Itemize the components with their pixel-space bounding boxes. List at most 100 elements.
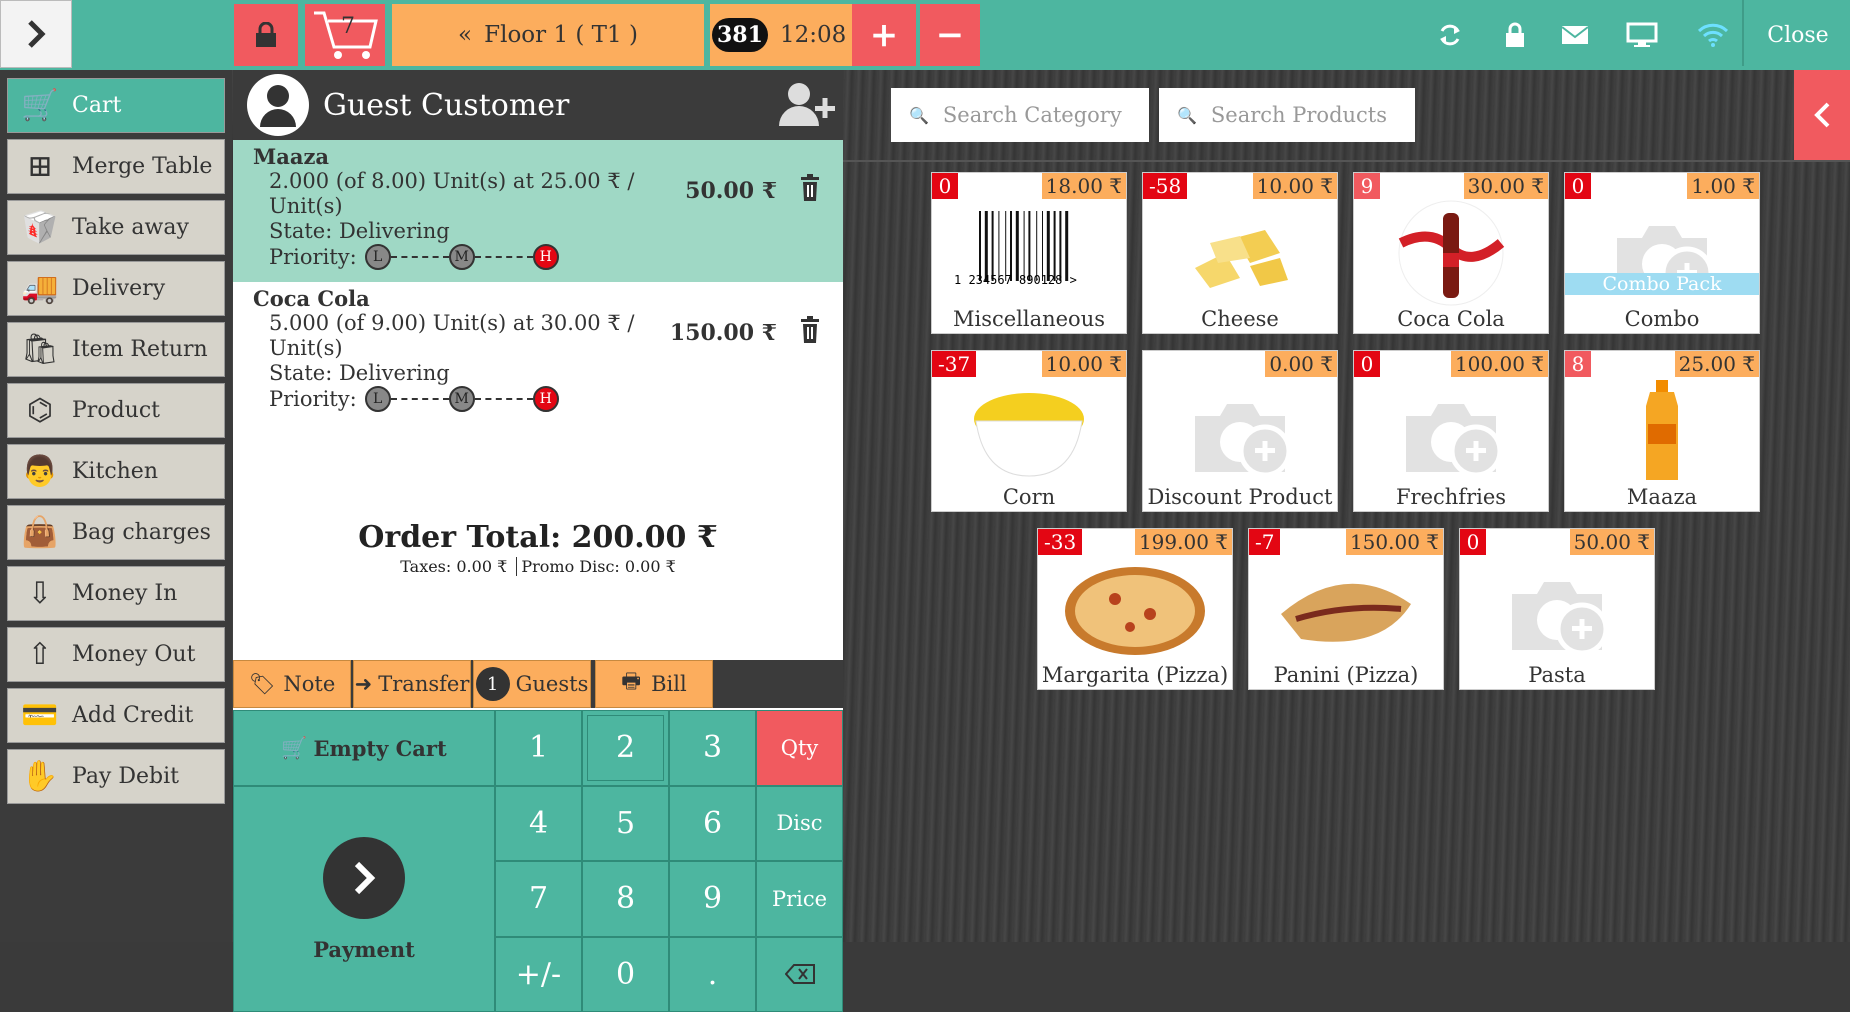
customer-display-button[interactable] bbox=[1620, 4, 1664, 66]
numpad-key[interactable]: 3 bbox=[669, 710, 756, 786]
product-card[interactable]: -7150.00 ₹Panini (Pizza) bbox=[1248, 528, 1444, 690]
mode-price-button[interactable]: Price bbox=[756, 861, 843, 937]
product-card[interactable]: -5810.00 ₹Cheese bbox=[1142, 172, 1338, 334]
guests-button[interactable]: 1 Guests bbox=[473, 660, 591, 708]
refresh-button[interactable] bbox=[1430, 4, 1470, 66]
sidebar-item-label: Cart bbox=[72, 93, 121, 118]
transfer-label: Transfer bbox=[378, 672, 469, 696]
lock-order-button[interactable] bbox=[234, 4, 298, 66]
stock-badge: -7 bbox=[1249, 529, 1280, 555]
priority-label: Priority: bbox=[269, 245, 357, 270]
priority-medium[interactable]: M bbox=[449, 386, 475, 412]
mode-qty-button[interactable]: Qty bbox=[756, 710, 843, 786]
product-card[interactable]: Combo Pack01.00 ₹Combo bbox=[1564, 172, 1760, 334]
empty-cart-label: Empty Cart bbox=[313, 736, 446, 761]
sidebar-item-merge-table[interactable]: ⊞Merge Table bbox=[7, 139, 225, 194]
price-badge: 50.00 ₹ bbox=[1570, 529, 1654, 555]
sidebar-item-money-in[interactable]: ⇩Money In bbox=[7, 566, 225, 621]
product-card[interactable]: -33199.00 ₹Margarita (Pizza) bbox=[1037, 528, 1233, 690]
mode-disc-button[interactable]: Disc bbox=[756, 786, 843, 862]
stock-badge: 0 bbox=[1460, 529, 1486, 555]
numpad-key[interactable]: . bbox=[669, 937, 756, 1012]
numpad-key[interactable]: 5 bbox=[582, 786, 669, 862]
numpad-key[interactable]: 9 bbox=[669, 861, 756, 937]
bill-label: Bill bbox=[651, 672, 687, 696]
sidebar-item-pay-debit[interactable]: ✋Pay Debit bbox=[7, 749, 225, 804]
product-card[interactable]: 0100.00 ₹Frechfries bbox=[1353, 350, 1549, 512]
priority-high[interactable]: H bbox=[533, 244, 559, 270]
sidebar-item-bag-charges[interactable]: 👜Bag charges bbox=[7, 505, 225, 560]
take-away-icon: 🥡 bbox=[8, 203, 72, 253]
cart-icon: 🛒 bbox=[281, 735, 307, 761]
collapse-panel-button[interactable] bbox=[1794, 70, 1850, 160]
wifi-status-button[interactable] bbox=[1693, 4, 1733, 66]
priority-low[interactable]: L bbox=[365, 244, 391, 270]
sidebar-item-product[interactable]: ⌬Product bbox=[7, 383, 225, 438]
product-image-camera bbox=[1163, 379, 1317, 483]
floor-selector-button[interactable]: « Floor 1 ( T1 ) bbox=[392, 4, 704, 66]
product-card[interactable]: 825.00 ₹Maaza bbox=[1564, 350, 1760, 512]
product-image-cheese bbox=[1163, 201, 1317, 305]
sidebar-item-delivery[interactable]: 🚚Delivery bbox=[7, 261, 225, 316]
product-name: Coca Cola bbox=[1354, 307, 1548, 331]
cart-icon: 🛒 bbox=[8, 81, 72, 131]
order-total: Order Total: 200.00 ₹ bbox=[233, 520, 843, 555]
sidebar-item-take-away[interactable]: 🥡Take away bbox=[7, 200, 225, 255]
floor-label: Floor 1 ( T1 ) bbox=[484, 22, 638, 48]
numpad-key[interactable]: +/- bbox=[495, 937, 582, 1012]
bill-button[interactable]: 🖶Bill bbox=[595, 660, 713, 708]
numpad-key[interactable]: 1 bbox=[495, 710, 582, 786]
numpad-key[interactable]: 0 bbox=[582, 937, 669, 1012]
order-line[interactable]: Maaza2.000 (of 8.00) Unit(s) at 25.00 ₹ … bbox=[233, 140, 843, 282]
price-badge: 10.00 ₹ bbox=[1253, 173, 1337, 199]
add-customer-button[interactable] bbox=[777, 80, 837, 132]
payment-button[interactable]: Payment bbox=[233, 786, 495, 1012]
product-card[interactable]: -3710.00 ₹Corn bbox=[931, 350, 1127, 512]
trash-icon[interactable] bbox=[799, 316, 821, 344]
note-label: Note bbox=[283, 672, 335, 696]
transfer-button[interactable]: ➜Transfer bbox=[353, 660, 471, 708]
orders-cart-button[interactable]: 7 bbox=[305, 4, 385, 66]
add-order-button[interactable]: + bbox=[852, 4, 916, 66]
sidebar-item-money-out[interactable]: ⇧Money Out bbox=[7, 627, 225, 682]
numpad-key[interactable]: 7 bbox=[495, 861, 582, 937]
order-line[interactable]: Coca Cola5.000 (of 9.00) Unit(s) at 30.0… bbox=[233, 282, 843, 424]
lock-icon bbox=[1504, 22, 1526, 48]
backspace-button[interactable] bbox=[756, 937, 843, 1012]
priority-high[interactable]: H bbox=[533, 386, 559, 412]
messages-button[interactable] bbox=[1555, 4, 1595, 66]
priority-medium[interactable]: M bbox=[449, 244, 475, 270]
product-image-panini bbox=[1269, 557, 1423, 661]
numpad-key[interactable]: 2 bbox=[582, 710, 669, 786]
money-out-icon: ⇧ bbox=[8, 630, 72, 680]
pay-debit-icon: ✋ bbox=[8, 752, 72, 802]
product-card[interactable]: 050.00 ₹Pasta bbox=[1459, 528, 1655, 690]
search-category-input[interactable]: 🔍 Search Category bbox=[891, 88, 1149, 142]
remove-order-button[interactable]: − bbox=[920, 4, 980, 66]
add-user-icon bbox=[777, 80, 837, 128]
close-button[interactable]: Close bbox=[1746, 4, 1850, 66]
sidebar-item-kitchen[interactable]: 👨Kitchen bbox=[7, 444, 225, 499]
sidebar-item-cart[interactable]: 🛒Cart bbox=[7, 78, 225, 133]
product-tree-icon: ⌬ bbox=[8, 386, 72, 436]
trash-icon[interactable] bbox=[799, 174, 821, 202]
product-card[interactable]: 0.00 ₹Discount Product bbox=[1142, 350, 1338, 512]
sidebar-item-add-credit[interactable]: 💳Add Credit bbox=[7, 688, 225, 743]
product-card[interactable]: 1 234567 890128 >018.00 ₹Miscellaneous bbox=[931, 172, 1127, 334]
sidebar-item-item-return[interactable]: 🛍Item Return bbox=[7, 322, 225, 377]
numpad-key[interactable]: 6 bbox=[669, 786, 756, 862]
lock-screen-button[interactable] bbox=[1495, 4, 1535, 66]
product-name: Miscellaneous bbox=[932, 307, 1126, 331]
empty-cart-button[interactable]: 🛒Empty Cart bbox=[233, 710, 495, 786]
combo-ribbon: Combo Pack bbox=[1565, 273, 1759, 295]
search-products-input[interactable]: 🔍 Search Products bbox=[1159, 88, 1415, 142]
money-in-icon: ⇩ bbox=[8, 569, 72, 619]
numpad-key[interactable]: 4 bbox=[495, 786, 582, 862]
numpad-key[interactable]: 8 bbox=[582, 861, 669, 937]
menu-toggle-button[interactable] bbox=[0, 0, 72, 68]
customer-avatar[interactable] bbox=[247, 74, 309, 136]
priority-low[interactable]: L bbox=[365, 386, 391, 412]
envelope-icon bbox=[1561, 24, 1589, 46]
product-card[interactable]: 930.00 ₹Coca Cola bbox=[1353, 172, 1549, 334]
note-button[interactable]: 🏷Note bbox=[233, 660, 351, 708]
